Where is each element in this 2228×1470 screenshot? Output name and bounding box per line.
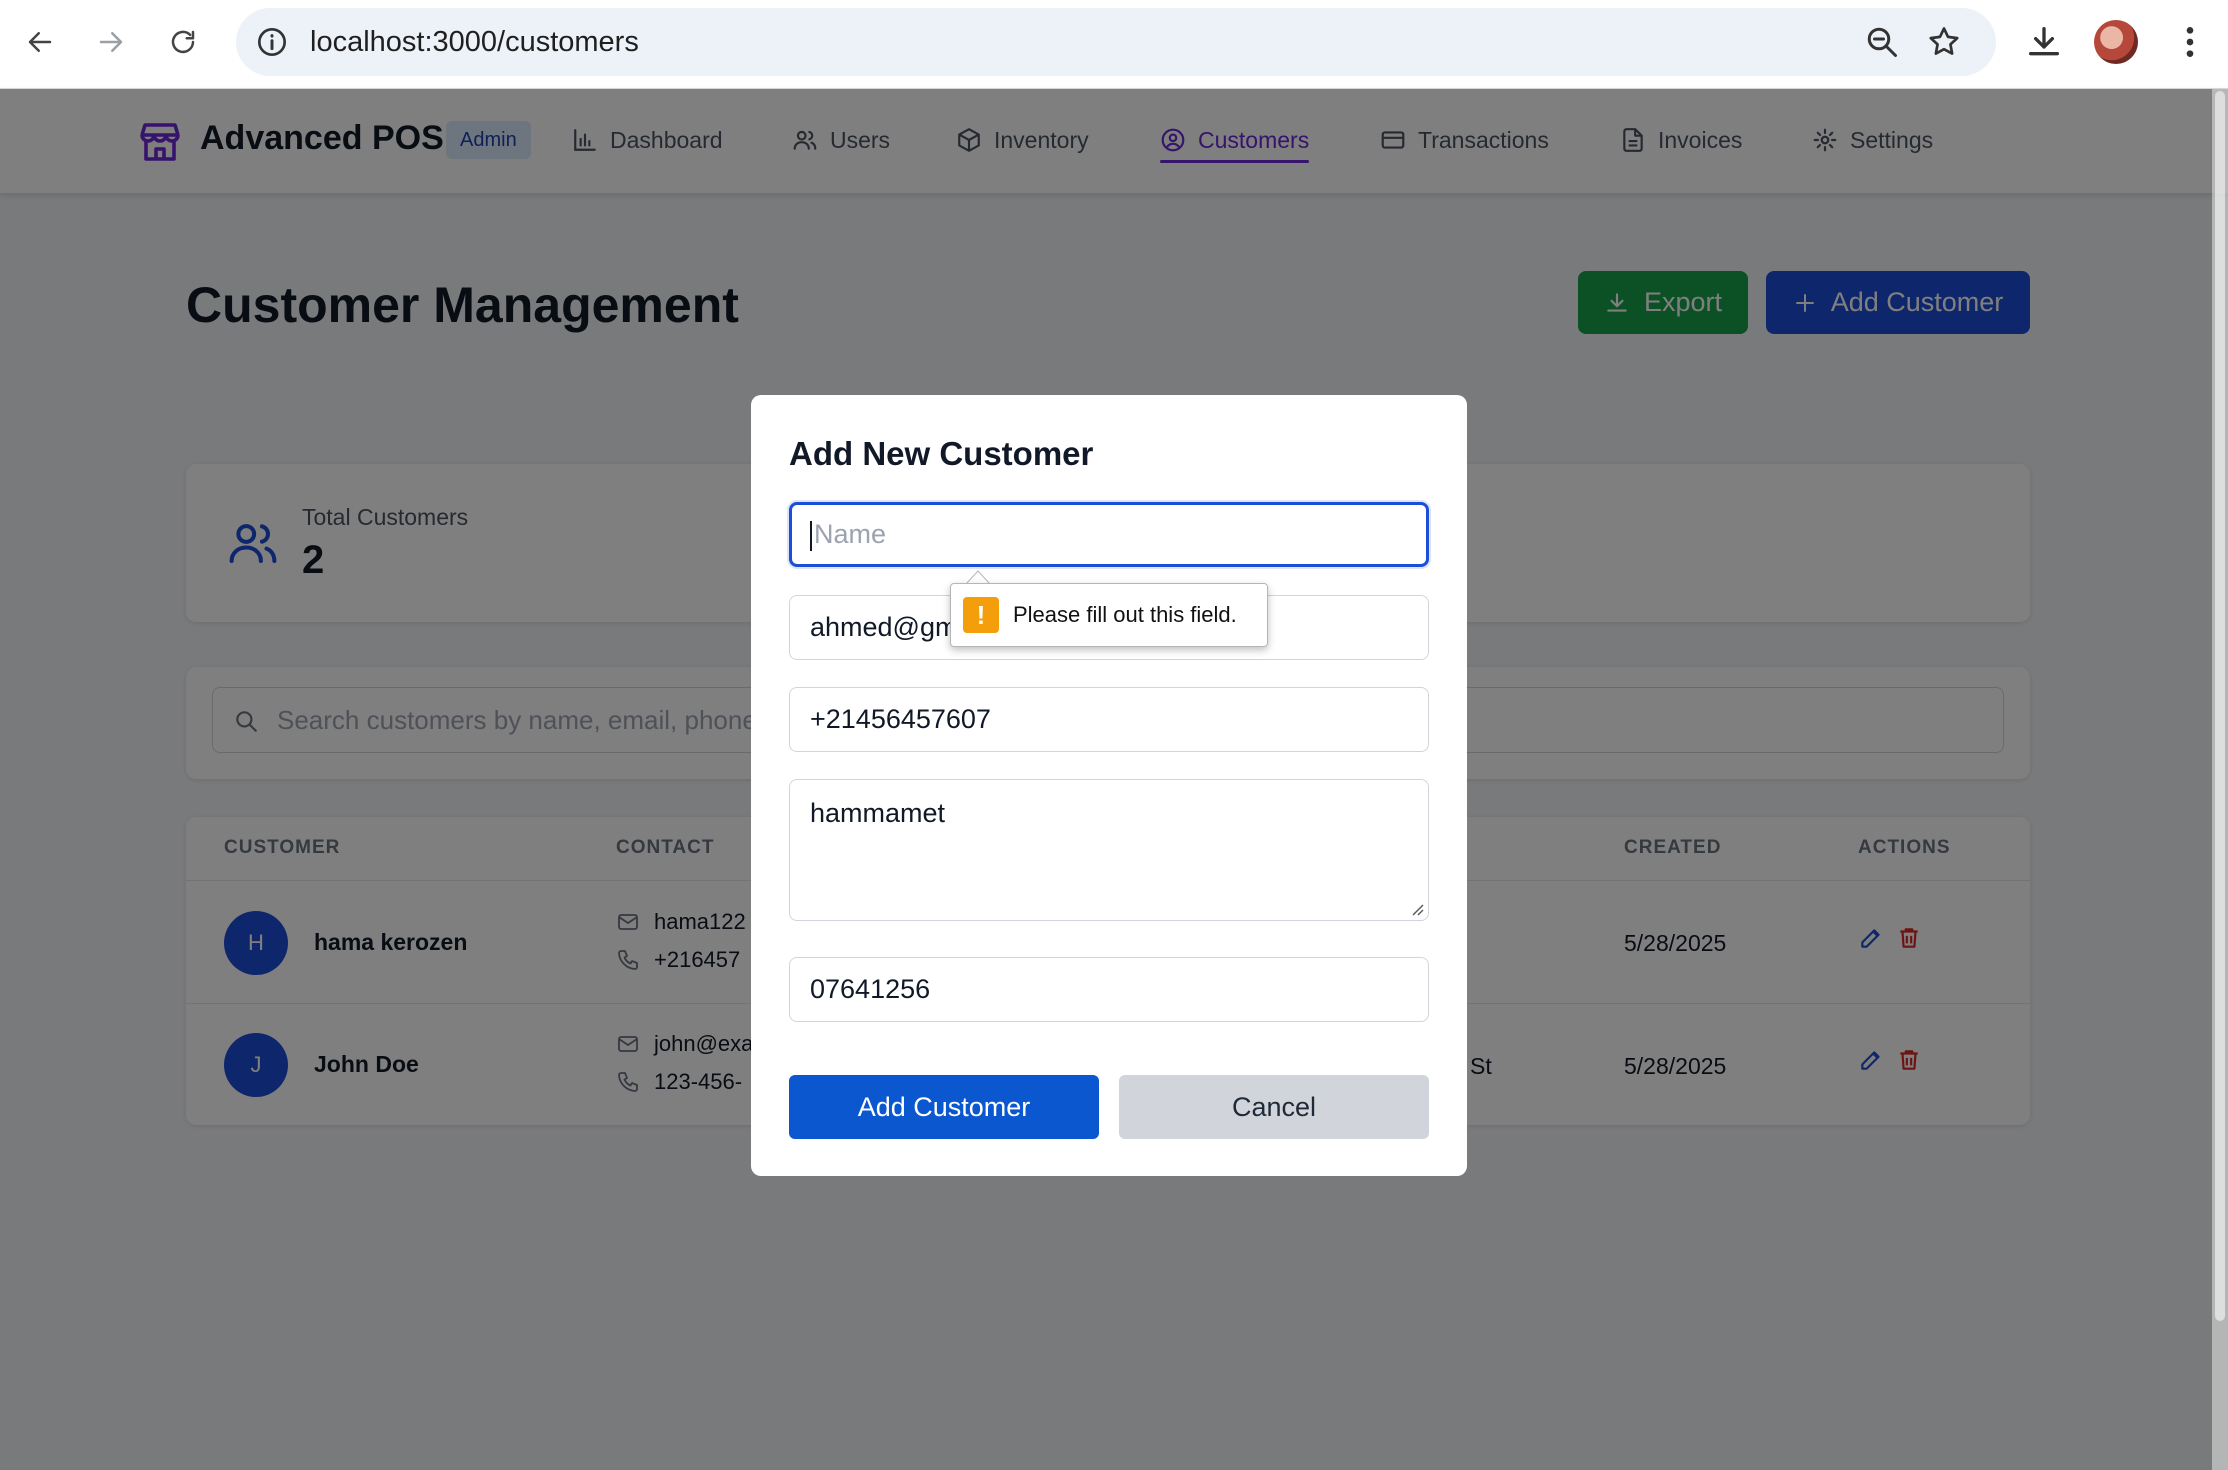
submit-add-customer-button[interactable]: Add Customer [789, 1075, 1099, 1139]
download-icon[interactable] [2024, 22, 2064, 62]
name-placeholder: Name [814, 519, 887, 549]
phone-field[interactable]: +21456457607 [789, 687, 1429, 752]
email-value: ahmed@gm [810, 612, 958, 642]
address-bar[interactable]: localhost:3000/customers [236, 8, 1996, 76]
extra-value: 07641256 [810, 974, 931, 1004]
resize-handle-icon[interactable] [1410, 902, 1424, 916]
address-value: hammamet [810, 798, 946, 828]
extra-field[interactable]: 07641256 [789, 957, 1429, 1022]
kebab-menu-icon[interactable] [2170, 22, 2210, 62]
tooltip-arrow [966, 570, 990, 584]
validation-tooltip: ! Please fill out this field. [950, 583, 1268, 647]
profile-avatar[interactable] [2094, 20, 2138, 64]
browser-toolbar: localhost:3000/customers [0, 0, 2228, 89]
validation-message: Please fill out this field. [1013, 602, 1237, 627]
add-customer-modal: Add New Customer Name ahmed@gm +21456457… [751, 395, 1467, 1176]
cancel-button[interactable]: Cancel [1119, 1075, 1429, 1139]
back-button[interactable] [16, 18, 64, 66]
zoom-icon[interactable] [1864, 24, 1900, 60]
reload-button[interactable] [159, 18, 207, 66]
name-field[interactable]: Name [789, 502, 1429, 567]
arrow-right-icon [99, 32, 123, 52]
phone-value: +21456457607 [810, 704, 991, 734]
address-textarea[interactable]: hammamet [789, 779, 1429, 921]
bookmark-star-icon[interactable] [1926, 24, 1962, 60]
info-icon[interactable] [256, 26, 288, 58]
text-caret [810, 520, 812, 551]
scrollbar-thumb[interactable] [2215, 91, 2225, 1321]
reload-icon [171, 30, 195, 54]
url-text[interactable]: localhost:3000/customers [310, 8, 639, 76]
forward-button[interactable] [87, 18, 135, 66]
warning-icon: ! [963, 597, 999, 633]
modal-title: Add New Customer [789, 435, 1094, 472]
arrow-left-icon [28, 32, 52, 52]
page-scrollbar[interactable] [2212, 89, 2228, 1470]
